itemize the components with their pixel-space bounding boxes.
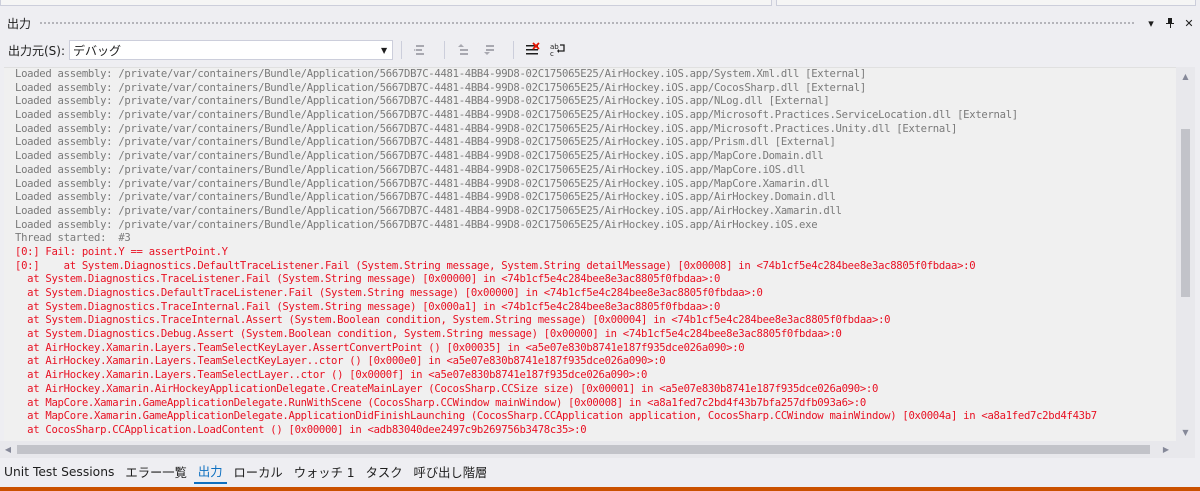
output-source-label: 出力元(S):	[8, 43, 66, 58]
tab-5[interactable]: タスク	[362, 460, 407, 484]
output-line: Loaded assembly: /private/var/containers…	[15, 122, 958, 135]
window-title: 出力	[7, 16, 32, 31]
horizontal-scroll-thumb[interactable]	[17, 445, 1150, 454]
output-line: Loaded assembly: /private/var/containers…	[15, 191, 836, 204]
vertical-scroll-thumb[interactable]	[1181, 129, 1190, 297]
tool-window-tabs: Unit Test Sessions エラー一覧 出力 ローカル ウォッチ 1 タスク 呼び…	[0, 458, 1200, 486]
output-error-line: at System.Diagnostics.TraceListener.Fail…	[15, 273, 721, 286]
output-source-value: デバッグ	[73, 43, 122, 58]
output-toolbar: 出力元(S): デバッグ ▼ ab c	[0, 38, 1200, 62]
output-line: Loaded assembly: /private/var/containers…	[15, 95, 830, 108]
output-line: Thread started: #3	[15, 232, 131, 245]
scroll-left-arrow-icon[interactable]: ◀	[0, 441, 16, 458]
output-error-line: at System.Diagnostics.DefaultTraceListen…	[15, 287, 763, 299]
output-error-line: at AirHockey.Xamarin.Layers.TeamSelectLa…	[15, 369, 648, 382]
go-to-next-message-icon[interactable]	[479, 40, 499, 60]
output-line: Loaded assembly: /private/var/containers…	[15, 204, 842, 217]
tab-0[interactable]: Unit Test Sessions	[0, 460, 118, 484]
output-error-line: at MapCore.Xamarin.GameApplicationDelega…	[15, 410, 1097, 423]
output-error-line: at AirHockey.Xamarin.Layers.TeamSelectKe…	[15, 341, 745, 354]
toolbar-separator	[513, 41, 515, 59]
scroll-right-arrow-icon[interactable]: ▶	[1158, 441, 1174, 458]
output-error-line: at MapCore.Xamarin.GameApplicationDelega…	[15, 396, 866, 409]
svg-text:c: c	[550, 50, 554, 58]
vertical-scrollbar[interactable]: ▲ ▼	[1176, 67, 1195, 441]
scroll-down-arrow-icon[interactable]: ▼	[1176, 425, 1195, 439]
tab-3[interactable]: ローカル	[230, 460, 287, 484]
output-error-line: at AirHockey.Xamarin.Layers.TeamSelectKe…	[15, 355, 666, 368]
output-error-line: [0:] Fail: point.Y == assertPoint.Y	[15, 245, 228, 258]
tab-4[interactable]: ウォッチ 1	[290, 460, 359, 484]
output-error-line: at System.Diagnostics.Debug.Assert (Syst…	[15, 328, 842, 341]
window-menu-dropdown-icon[interactable]: ▾	[1143, 15, 1159, 31]
toolbar-separator	[401, 41, 403, 59]
output-line: Loaded assembly: /private/var/containers…	[15, 177, 830, 190]
output-error-line: at CocosSharp.CCApplication.LoadContent …	[15, 423, 587, 436]
document-tab-area-right	[776, 0, 1196, 6]
output-line: Loaded assembly: /private/var/containers…	[15, 109, 1018, 122]
output-line: Loaded assembly: /private/var/containers…	[15, 81, 866, 94]
status-bar-strip	[0, 487, 1200, 491]
output-source-dropdown[interactable]: デバッグ ▼	[69, 40, 394, 60]
toggle-word-wrap-icon[interactable]: ab c	[548, 40, 568, 60]
top-document-strip	[0, 0, 1200, 7]
output-line: Loaded assembly: /private/var/containers…	[15, 150, 824, 163]
document-tab-area	[0, 0, 772, 6]
toolbar-separator	[444, 41, 446, 59]
output-line: Loaded assembly: /private/var/containers…	[15, 136, 836, 149]
clear-all-icon[interactable]	[522, 40, 542, 60]
output-line: Loaded assembly: /private/var/containers…	[15, 163, 806, 176]
scrollbar-corner	[1176, 441, 1195, 458]
output-error-line: at AirHockey.Xamarin.AirHockeyApplicatio…	[15, 382, 879, 395]
output-error-line: at System.Diagnostics.TraceInternal.Asse…	[15, 314, 891, 327]
auto-hide-pin-icon[interactable]	[1162, 15, 1178, 31]
output-window-title-bar[interactable]: 出力 ▾ ✕	[0, 12, 1200, 34]
output-text-area[interactable]: Loaded assembly: /private/var/containers…	[4, 67, 1176, 442]
scroll-up-arrow-icon[interactable]: ▲	[1176, 69, 1195, 83]
output-line: Loaded assembly: /private/var/containers…	[15, 68, 866, 80]
tab-6[interactable]: 呼び出し階層	[410, 460, 492, 484]
chevron-down-icon: ▼	[380, 45, 388, 55]
find-in-output-icon[interactable]	[410, 40, 430, 60]
output-line: Loaded assembly: /private/var/containers…	[15, 218, 818, 231]
go-to-previous-message-icon[interactable]	[453, 40, 473, 60]
output-error-line: [0:] at System.Diagnostics.DefaultTraceL…	[15, 259, 976, 272]
tab-2[interactable]: 出力	[193, 460, 227, 484]
horizontal-scrollbar[interactable]: ◀ ▶	[0, 441, 1176, 458]
title-grip[interactable]	[39, 20, 1135, 26]
close-icon[interactable]: ✕	[1181, 15, 1197, 31]
output-error-line: at System.Diagnostics.TraceInternal.Fail…	[15, 300, 721, 313]
tab-1[interactable]: エラー一覧	[121, 460, 191, 484]
